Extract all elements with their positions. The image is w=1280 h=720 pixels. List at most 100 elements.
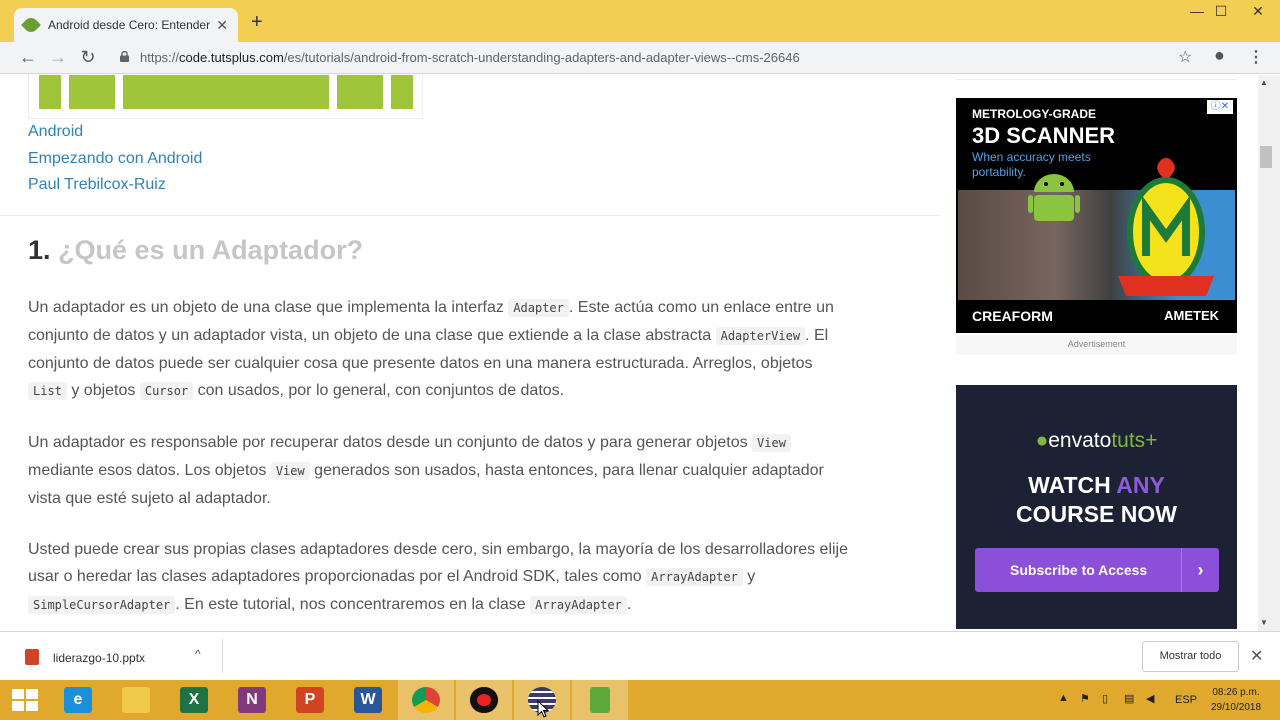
url-prefix: https:// — [140, 50, 180, 65]
page-scrollbar[interactable]: ▲ ▼ — [1258, 75, 1280, 631]
account-icon[interactable]: ● — [1214, 45, 1225, 66]
envato-tuts-advertisement[interactable]: ●envatotuts+ WATCH ANY COURSE NOW Subscri… — [956, 385, 1237, 629]
url-domain: code.tutsplus.com — [179, 50, 284, 65]
chevron-right-icon: › — [1181, 548, 1219, 592]
download-file-name[interactable]: liderazgo-10.pptx — [53, 651, 145, 665]
headline-rest: COURSE NOW — [1016, 501, 1177, 527]
scroll-down-icon[interactable]: ▼ — [1260, 618, 1268, 627]
taskbar-powerpoint[interactable]: P — [282, 680, 338, 720]
section-divider — [0, 215, 940, 216]
subscribe-label: Subscribe to Access — [1010, 562, 1148, 578]
adchoices-icon[interactable]: ⓘ✕ — [1207, 100, 1233, 114]
browser-tab[interactable]: Android desde Cero: Entender A ✕ — [14, 8, 238, 42]
paragraph-1: Un adaptador es un objeto de una clase q… — [28, 294, 848, 405]
code-cursor: Cursor — [139, 382, 194, 400]
text: Un adaptador es un objeto de una clase q… — [28, 299, 509, 316]
page-content: Android Empezando con Android Paul Trebi… — [0, 75, 1258, 631]
text: Un adaptador es responsable por recupera… — [28, 434, 753, 451]
action-center-flag-icon[interactable]: ⚑ — [1080, 692, 1090, 705]
code-adapterview: AdapterView — [715, 327, 806, 345]
section-heading: 1. ¿Qué es un Adaptador? — [28, 235, 363, 266]
clock-date: 29/10/2018 — [1210, 702, 1262, 713]
browser-menu-icon[interactable]: ⋮ — [1248, 47, 1264, 67]
text: . — [626, 596, 632, 613]
taskbar-recorder[interactable] — [456, 680, 512, 720]
browser-titlebar: Android desde Cero: Entender A ✕ + — ☐ ✕ — [0, 0, 1280, 42]
url-field[interactable]: https://code.tutsplus.com/es/tutorials/a… — [140, 50, 800, 65]
ad-line-2: 3D SCANNER — [972, 123, 1116, 148]
category-link-android[interactable]: Android — [28, 123, 83, 141]
envato-tuts-logo: ●envatotuts+ — [956, 429, 1237, 453]
green-app-icon — [590, 687, 610, 713]
ad-brand-left: CREAFORM — [972, 308, 1053, 324]
download-separator — [222, 639, 223, 673]
show-all-button[interactable]: Mostrar todo — [1142, 641, 1239, 672]
taskbar-file-explorer[interactable] — [108, 680, 164, 720]
text: con usados, por lo general, con conjunto… — [193, 382, 565, 399]
tab-close-icon[interactable]: ✕ — [216, 17, 228, 34]
clock-time: 08:26 p.m. — [1212, 687, 1260, 698]
scrollbar-thumb[interactable] — [1260, 146, 1272, 168]
school-emblem-icon — [1118, 158, 1214, 296]
author-link[interactable]: Paul Trebilcox-Ruiz — [28, 176, 166, 194]
taskbar-word[interactable]: W — [340, 680, 396, 720]
ad-line-1: METROLOGY-GRADE — [972, 107, 1097, 121]
ad-brand-right: AMETEK — [1164, 308, 1219, 323]
input-language[interactable]: ESP — [1175, 694, 1197, 706]
text: . En este tutorial, nos concentraremos e… — [175, 596, 531, 613]
code-view: View — [270, 462, 310, 480]
chrome-icon — [412, 687, 440, 713]
text: y objetos — [66, 382, 140, 399]
close-window-button[interactable]: ✕ — [1240, 3, 1276, 20]
new-tab-button[interactable]: + — [251, 12, 263, 32]
heading-link[interactable]: ¿Qué es un Adaptador? — [58, 235, 363, 265]
volume-icon[interactable]: ◀ — [1146, 692, 1154, 705]
internet-explorer-icon: e — [64, 687, 92, 713]
logo-envato: envato — [1048, 429, 1112, 452]
sidebar-top-edge — [956, 75, 1237, 80]
category-link-getting-started[interactable]: Empezando con Android — [28, 150, 202, 168]
code-view: View — [752, 434, 791, 452]
powerpoint-icon: P — [296, 687, 324, 713]
leaf-icon: ● — [1035, 429, 1049, 452]
download-bar-close-icon[interactable]: ✕ — [1250, 646, 1263, 666]
taskbar-internet-explorer[interactable]: e — [50, 680, 106, 720]
screen: Android desde Cero: Entender A ✕ + — ☐ ✕… — [0, 0, 1280, 720]
forward-button[interactable]: → — [46, 47, 70, 68]
subscribe-button[interactable]: Subscribe to Access › — [975, 548, 1219, 592]
lock-icon — [120, 51, 129, 62]
ad-headline: WATCH ANY COURSE NOW — [956, 471, 1237, 529]
powerpoint-file-icon — [25, 649, 39, 665]
scanner-advertisement[interactable]: METROLOGY-GRADE 3D SCANNER When accuracy… — [956, 98, 1237, 333]
text: mediante esos datos. Los objetos — [28, 462, 271, 479]
taskbar-chrome[interactable] — [398, 680, 454, 720]
windows-logo-icon — [12, 689, 38, 711]
back-button[interactable]: ← — [16, 47, 40, 68]
scroll-up-icon[interactable]: ▲ — [1260, 78, 1268, 87]
logo-tuts: tuts+ — [1111, 429, 1158, 452]
maximize-button[interactable]: ☐ — [1207, 3, 1235, 20]
download-bar: liderazgo-10.pptx ^ Mostrar todo ✕ — [0, 631, 1280, 680]
taskbar-onenote[interactable]: N — [224, 680, 280, 720]
bookmark-star-icon[interactable]: ☆ — [1178, 47, 1192, 67]
network-icon[interactable]: ▤ — [1124, 692, 1134, 705]
tab-title: Android desde Cero: Entender A — [48, 18, 211, 32]
reload-button[interactable]: ↻ — [76, 47, 100, 68]
headline-any: ANY — [1116, 472, 1165, 498]
android-robot-icon — [1028, 174, 1080, 221]
excel-icon: X — [180, 687, 208, 713]
code-arrayadapter: ArrayAdapter — [530, 596, 627, 614]
system-clock[interactable]: 08:26 p.m. 29/10/2018 — [1206, 685, 1266, 715]
tray-overflow-icon[interactable]: ▲ — [1058, 692, 1069, 704]
word-icon: W — [354, 687, 382, 713]
taskbar-excel[interactable]: X — [166, 680, 222, 720]
paragraph-2: Un adaptador es responsable por recupera… — [28, 429, 848, 512]
taskbar-app-green[interactable] — [572, 680, 628, 720]
start-button[interactable] — [0, 680, 50, 720]
address-toolbar: ← → ↻ https://code.tutsplus.com/es/tutor… — [0, 42, 1280, 74]
windows-taskbar: e X N P W ▲ ⚑ ▯ ▤ ◀ ESP 08:26 p.m. 29/10… — [0, 680, 1280, 720]
download-options-chevron-icon[interactable]: ^ — [195, 647, 201, 661]
tutsplus-leaf-icon — [21, 15, 41, 35]
power-icon[interactable]: ▯ — [1102, 692, 1108, 705]
text: y — [742, 568, 756, 585]
